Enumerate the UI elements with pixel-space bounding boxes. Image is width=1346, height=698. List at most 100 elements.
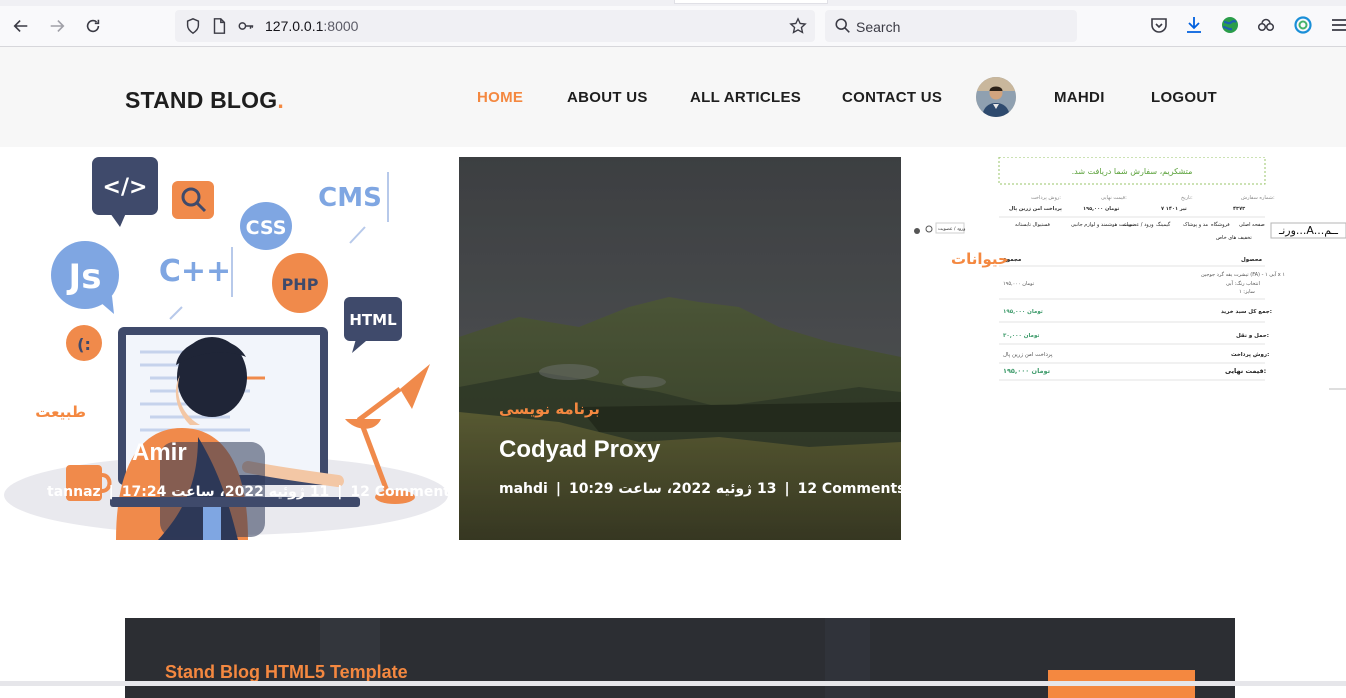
svg-text:</>: </> <box>103 175 148 200</box>
post-title[interactable]: Amir <box>132 439 187 467</box>
svg-text:۴۳۷۳: ۴۳۷۳ <box>1233 206 1245 212</box>
active-tab[interactable] <box>674 0 828 4</box>
svg-text:C++: C++ <box>159 254 231 289</box>
cloud-extension-icon <box>1257 18 1275 32</box>
search-placeholder: Search <box>856 19 901 35</box>
svg-text:حمل و نقل:: حمل و نقل: <box>1236 333 1269 339</box>
extension-cloud-button[interactable] <box>1255 14 1277 36</box>
bookmark-star-icon[interactable] <box>789 17 807 35</box>
svg-text:انتخاب رنگ: آبی: انتخاب رنگ: آبی <box>1226 280 1260 287</box>
post-category[interactable]: حیوانات <box>951 250 1009 268</box>
extension-globe-button[interactable] <box>1219 14 1241 36</box>
order-receipt-screenshot: متشکریم، سفارش شما دریافت شد. شماره سفار… <box>914 157 1346 390</box>
meta-divider: | <box>555 481 561 497</box>
page-icon[interactable] <box>210 17 228 35</box>
post-title[interactable]: Codyad Proxy <box>499 436 660 464</box>
svg-text:ساعت هوشمند و لوازم جانبی: ساعت هوشمند و لوازم جانبی <box>1071 222 1133 228</box>
svg-text:فروشگاه: فروشگاه <box>1211 221 1230 228</box>
downloads-button[interactable] <box>1183 14 1205 36</box>
svg-text:(:: (: <box>77 335 91 354</box>
svg-text:جمع کل سبد خرید:: جمع کل سبد خرید: <box>1221 308 1272 315</box>
extension-ring-button[interactable] <box>1292 14 1314 36</box>
post-meta: mahdi | 13 ژوئیه 2022، ساعت 10:29 | 12 Comme… <box>499 481 901 497</box>
svg-text:پرداخت امن زرین پال: پرداخت امن زرین پال <box>1003 352 1053 358</box>
nav-logout[interactable]: LOGOUT <box>1151 89 1217 106</box>
svg-text:CSS: CSS <box>246 217 287 239</box>
logo-text: STAND BLOG <box>125 87 278 113</box>
svg-text:ورود / عضویت: ورود / عضویت <box>938 226 965 232</box>
horizontal-scrollbar[interactable] <box>0 681 1346 686</box>
svg-text:۳۰,۰۰۰ تومان: ۳۰,۰۰۰ تومان <box>1003 333 1039 339</box>
shield-icon[interactable] <box>184 17 202 35</box>
reload-icon <box>86 19 100 33</box>
svg-text:Js: Js <box>67 257 102 297</box>
side-label-text: ورنـ...A...ــم <box>1278 224 1339 237</box>
programmer-illustration: </> CMS CSS Js C++ PHP HTML (: <box>4 157 448 540</box>
url-port: :8000 <box>323 18 359 34</box>
svg-text:CMS: CMS <box>318 183 382 213</box>
svg-text:تخفیف های خاص: تخفیف های خاص <box>1216 235 1252 241</box>
main-banner: </> CMS CSS Js C++ PHP HTML (: طبیعت Ami… <box>0 147 1346 547</box>
post-author[interactable]: tannaz <box>47 484 101 500</box>
banner-post-3[interactable]: متشکریم، سفارش شما دریافت شد. شماره سفار… <box>911 157 1346 540</box>
nav-all-articles[interactable]: ALL ARTICLES <box>690 89 801 106</box>
post-category[interactable]: طبیعت <box>35 403 86 421</box>
pocket-button[interactable] <box>1148 14 1170 36</box>
menu-button[interactable] <box>1328 14 1346 36</box>
post-category[interactable]: برنامه نویسی <box>499 400 600 418</box>
back-button[interactable] <box>8 13 34 39</box>
svg-text:مد و پوشاک: مد و پوشاک <box>1183 221 1208 228</box>
svg-text:صفحه اصلی: صفحه اصلی <box>1239 222 1265 228</box>
meta-divider: | <box>337 484 343 500</box>
svg-text:PHP: PHP <box>282 275 319 294</box>
nav-contact-us[interactable]: CONTACT US <box>842 89 942 106</box>
user-avatar[interactable] <box>976 77 1016 117</box>
svg-text:فستیوال تابستانه: فستیوال تابستانه <box>1015 222 1051 228</box>
globe-extension-icon <box>1222 17 1238 33</box>
banner-post-2[interactable]: برنامه نویسی Codyad Proxy mahdi | 13 ژوئیه… <box>459 157 901 540</box>
post-comments[interactable]: 12 Comments <box>798 481 901 497</box>
svg-text:HTML: HTML <box>349 311 397 329</box>
post-date: 13 ژوئیه 2022، ساعت 10:29 <box>568 481 777 497</box>
arrow-right-icon <box>50 20 65 32</box>
nav-about-us[interactable]: ABOUT US <box>567 89 648 106</box>
meta-divider: | <box>108 484 114 500</box>
svg-text:تاریخ:: تاریخ: <box>1181 195 1193 201</box>
pocket-icon <box>1151 18 1167 33</box>
url-text[interactable]: 127.0.0.1:8000 <box>265 18 358 34</box>
svg-text:۱۹۵,۰۰۰ تومان: ۱۹۵,۰۰۰ تومان <box>1003 309 1043 315</box>
meta-divider: | <box>784 481 790 497</box>
cta-title: Stand Blog HTML5 Template <box>165 662 408 682</box>
post-comments[interactable]: 12 Comments <box>350 484 449 500</box>
post-author[interactable]: mahdi <box>499 481 548 497</box>
arrow-left-icon <box>13 20 28 32</box>
nav-home[interactable]: HOME <box>477 89 523 106</box>
search-icon <box>834 17 852 35</box>
svg-text:روش پرداخت:: روش پرداخت: <box>1031 195 1061 201</box>
logo-dot: . <box>277 87 284 113</box>
forward-button[interactable] <box>44 13 70 39</box>
nav-user-mahdi[interactable]: MAHDI <box>1054 89 1105 106</box>
svg-text:۱۹۵,۰۰۰ تومان: ۱۹۵,۰۰۰ تومان <box>1003 281 1035 287</box>
search-input[interactable]: Search <box>825 10 1077 42</box>
svg-text:محصول: محصول <box>1241 257 1262 263</box>
svg-text:روش پرداخت:: روش پرداخت: <box>1231 352 1269 358</box>
site-header: STAND BLOG. HOME ABOUT US ALL ARTICLES C… <box>0 47 1346 147</box>
hamburger-icon <box>1332 19 1346 31</box>
svg-text:گیمینگ: گیمینگ <box>1156 221 1171 228</box>
reload-button[interactable] <box>80 13 106 39</box>
svg-text:سایز: ۱: سایز: ۱ <box>1239 289 1255 295</box>
key-icon[interactable] <box>237 17 255 35</box>
url-bar[interactable]: 127.0.0.1:8000 <box>175 10 815 42</box>
ring-extension-icon <box>1294 16 1312 34</box>
browser-toolbar: 127.0.0.1:8000 Search <box>0 0 1346 47</box>
svg-text:پرداخت امن زرین پال: پرداخت امن زرین پال <box>1009 206 1062 212</box>
banner-post-1[interactable]: </> CMS CSS Js C++ PHP HTML (: طبیعت Ami… <box>0 157 449 540</box>
svg-text:تیشرت یقه گرد جوجین (FA) - آبی: تیشرت یقه گرد جوجین (FA) - آبی ۱ x ۱ <box>1201 271 1285 278</box>
avatar-photo <box>976 77 1016 117</box>
svg-text:قیمت نهایی:: قیمت نهایی: <box>1225 367 1266 375</box>
tab-strip <box>0 0 1346 6</box>
url-host: 127.0.0.1 <box>265 18 324 34</box>
site-logo[interactable]: STAND BLOG. <box>125 87 284 114</box>
post-meta: tannaz | 11 ژوئیه 2022، ساعت 17:24 | 12 Comm… <box>47 484 449 500</box>
